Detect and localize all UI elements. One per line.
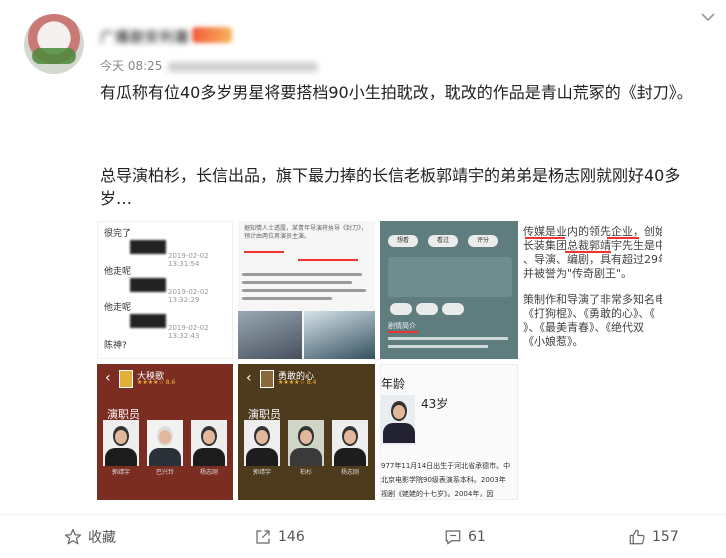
username[interactable]: 广播剧安利菌 — [100, 27, 190, 46]
bio-line: 视剧《姥姥的十七岁》。2004年，因 — [381, 490, 494, 498]
film-poster — [119, 370, 133, 388]
app-header: ‹ 勇敢的心 ★★★★☆ 8.4 — [238, 364, 375, 390]
like-count: 157 — [652, 529, 679, 545]
app-pill: 评分 — [468, 235, 498, 247]
image-cast-yonggandexin[interactable]: ‹ 勇敢的心 ★★★★☆ 8.4 演职员 郭靖宇 柏杉 杨志刚 — [238, 364, 375, 500]
comment-icon — [445, 530, 461, 545]
bio-photo — [381, 395, 415, 445]
red-underline — [565, 251, 611, 253]
text-line — [388, 337, 508, 340]
cast-photo — [191, 420, 227, 466]
image-app-page[interactable]: 想看 看过 评分 剧情简介 — [380, 221, 518, 359]
age-label: 年龄 — [381, 377, 406, 391]
image-cast-dayangge[interactable]: ‹ 大秧歌 ★★★★☆ 8.6 演职员 郭靖宇 巴兴玲 杨志刚 — [97, 364, 233, 500]
chat-redacted — [130, 278, 166, 292]
action-bar: 收藏 146 61 157 — [0, 514, 726, 558]
user-badge — [192, 27, 232, 43]
app-tag — [416, 303, 438, 315]
thumbs-up-icon — [629, 529, 645, 545]
text-line — [242, 281, 352, 284]
chat-redacted — [130, 240, 166, 254]
app-tab-label: 剧情简介 — [388, 322, 416, 330]
cast-photo — [332, 420, 368, 466]
star-icon — [64, 528, 82, 545]
text-line — [388, 345, 488, 348]
cast-name: 郭靖宇 — [111, 469, 130, 476]
cast-photo — [288, 420, 324, 466]
image-article-screenshot[interactable]: 据知情人士透露，某青年导演将执导《封刀》，预计由两位男演员主演。 — [238, 221, 375, 359]
cast-name: 杨志刚 — [340, 469, 359, 476]
post-text-paragraph-2: 总导演柏杉，长信出品，旗下最力捧的长信老板郭靖宇的弟弟是杨志刚就刚好40多岁… — [100, 166, 681, 208]
avatar[interactable] — [24, 14, 84, 74]
app-card — [388, 257, 512, 297]
back-icon: ‹ — [246, 370, 252, 386]
text-line — [242, 289, 366, 292]
image-company-excerpt[interactable]: 传媒是业内的领先企业，创始人， 长装集团总裁郭靖宇先生是中国知 、导演、编剧，具… — [521, 221, 662, 359]
text-line — [242, 297, 332, 300]
excerpt-line: 策制作和导演了非常多知名电视剧 — [523, 293, 662, 306]
excerpt-line: 《小娘惹》。 — [523, 335, 584, 348]
like-button[interactable]: 157 — [628, 527, 679, 547]
image-chat-screenshot[interactable]: 很完了 2019-02-02 13:31:54 他走呢 2019-02-02 1… — [97, 221, 233, 359]
bio-line: 977年11月14日出生于河北省承德市。中 — [381, 462, 511, 470]
red-underline — [388, 331, 418, 333]
text-line — [242, 273, 362, 276]
film-rating: ★★★★☆ 8.6 — [137, 379, 176, 386]
excerpt-line: 、导演、编剧，具有超过29年的行 — [523, 253, 662, 266]
excerpt-line: 《打狗棍》、《勇敢的心》、《 — [523, 307, 655, 320]
cast-photo — [244, 420, 280, 466]
app-pill: 看过 — [428, 235, 458, 247]
comment-count: 61 — [468, 529, 486, 545]
red-underline — [607, 237, 639, 239]
film-poster — [260, 370, 274, 388]
favorite-label: 收藏 — [88, 530, 116, 546]
excerpt-line: 》、《最美青春》、《绝代双 — [523, 321, 644, 334]
post-time: 今天 08:25 — [100, 59, 163, 73]
cast-name: 柏杉 — [299, 469, 312, 476]
cast-photo — [103, 420, 139, 466]
app-tag — [390, 303, 412, 315]
share-count: 146 — [278, 529, 305, 545]
article-caption: 据知情人士透露，某青年导演将执导《封刀》，预计由两位男演员主演。 — [244, 225, 368, 240]
app-tag — [442, 303, 464, 315]
red-underline — [298, 259, 358, 261]
app-pill: 想看 — [388, 235, 418, 247]
share-button[interactable]: 146 — [254, 527, 305, 547]
post-meta: 今天 08:25 — [100, 57, 319, 74]
cast-name: 杨志刚 — [199, 469, 218, 476]
excerpt-line: 并被誉为"传奇剧王"。 — [523, 267, 633, 280]
chat-timestamp: 2019-02-02 13:32:29 — [168, 288, 209, 304]
chat-row: 他走呢 — [104, 303, 132, 313]
chat-timestamp: 2019-02-02 13:32:43 — [168, 324, 209, 340]
article-thumbnail — [304, 311, 375, 359]
chat-timestamp: 2019-02-02 13:31:54 — [168, 252, 209, 268]
post-source — [168, 61, 319, 72]
comment-button[interactable]: 61 — [444, 527, 486, 547]
red-underline — [525, 237, 565, 239]
back-icon: ‹ — [105, 370, 111, 386]
post-text-paragraph-1: 有瓜称有位40多岁男星将要搭档90小生拍耽改，耽改的作品是青山荒冢的《封刀》。 — [100, 83, 693, 102]
cast-name: 巴兴玲 — [155, 469, 174, 476]
red-underline — [244, 251, 284, 253]
chat-row: 他走呢 — [104, 267, 132, 277]
chevron-down-icon[interactable] — [700, 12, 716, 22]
bio-line: 北京电影学院90级表演系本科。2003年 — [381, 476, 506, 484]
weibo-post: 广播剧安利菌 今天 08:25 有瓜称有位40多岁男星将要搭档90小生拍耽改，耽… — [0, 0, 726, 558]
app-header: ‹ 大秧歌 ★★★★☆ 8.6 — [97, 364, 233, 390]
cast-photo — [147, 420, 183, 466]
film-rating: ★★★★☆ 8.4 — [278, 379, 317, 386]
favorite-button[interactable]: 收藏 — [64, 527, 116, 547]
image-bio[interactable]: 年龄 43岁 977年11月14日出生于河北省承德市。中 北京电影学院90级表演… — [380, 364, 518, 500]
chat-row: 陈神? — [104, 341, 127, 351]
chat-row: 很完了 — [104, 229, 132, 239]
share-icon — [256, 530, 270, 544]
article-thumbnail — [238, 311, 302, 359]
cast-name: 郭靖宇 — [252, 469, 271, 476]
age-value: 43岁 — [421, 397, 449, 411]
chat-redacted — [130, 314, 166, 328]
